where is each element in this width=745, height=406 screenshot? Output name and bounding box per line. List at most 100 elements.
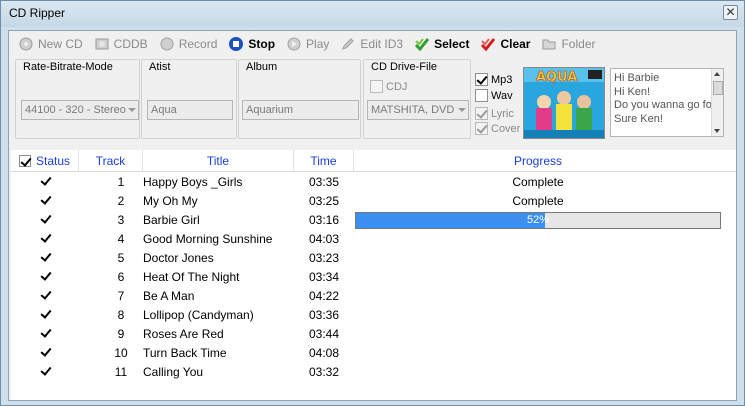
table-row[interactable]: 7 Be A Man 04:22 (11, 287, 736, 306)
wav-checkbox[interactable] (475, 89, 488, 102)
progress-text: 52% (526, 214, 550, 226)
track-checkbox[interactable] (40, 175, 53, 188)
table-row[interactable]: 10 Turn Back Time 04:08 (11, 344, 736, 363)
track-checkbox[interactable] (40, 346, 53, 359)
table-row[interactable]: 1 Happy Boys _Girls 03:35 Complete (11, 173, 736, 192)
album-field[interactable]: Aquarium (242, 100, 359, 120)
scroll-up-icon[interactable] (714, 72, 720, 76)
lyrics-line: Do you wanna go for a ride? (614, 99, 723, 111)
track-time-cell: 03:34 (309, 270, 340, 284)
track-time-cell: 03:36 (309, 308, 340, 322)
track-title-cell: My Oh My (143, 194, 198, 208)
folder-icon (541, 36, 557, 52)
table-row[interactable]: 5 Doctor Jones 03:23 (11, 249, 736, 268)
table-row[interactable]: 2 My Oh My 03:25 Complete (11, 192, 736, 211)
table-row[interactable]: 8 Lollipop (Candyman) 03:36 (11, 306, 736, 325)
artist-field[interactable]: Aqua (147, 100, 233, 120)
table-row[interactable]: 11 Calling You 03:32 (11, 363, 736, 382)
lyrics-line: Sure Ken! (614, 112, 663, 125)
lyrics-textbox[interactable]: Hi BarbieHi Ken!Do you wanna go for a ri… (610, 68, 724, 137)
track-time-cell: 03:32 (309, 365, 340, 379)
track-time-cell: 04:08 (309, 346, 340, 360)
table-row[interactable]: 9 Roses Are Red 03:44 (11, 325, 736, 344)
track-title-cell: Lollipop (Candyman) (143, 308, 254, 322)
track-checkbox[interactable] (40, 194, 53, 207)
track-checkbox[interactable] (40, 289, 53, 302)
cdj-checkbox[interactable] (370, 80, 383, 93)
edit-id3-button[interactable]: Edit ID3 (337, 33, 409, 55)
svg-text:AQUA: AQUA (536, 70, 577, 85)
column-time[interactable]: Time (294, 150, 354, 171)
cdj-option[interactable]: CDJ (370, 80, 407, 93)
drive-group-label: CD Drive-File (370, 61, 438, 73)
scroll-thumb[interactable] (713, 81, 723, 95)
cover-checkbox[interactable] (475, 122, 488, 135)
track-track-cell: 6 (117, 270, 125, 284)
column-progress[interactable]: Progress (354, 150, 722, 171)
rate-select[interactable]: 44100 - 320 - Stereo (21, 100, 139, 120)
column-status[interactable]: Status (11, 150, 79, 171)
toolbar-button-label: Edit ID3 (360, 37, 404, 51)
stop-button[interactable]: Stop (225, 33, 281, 55)
track-track-cell: 2 (117, 194, 125, 208)
track-track-cell: 5 (117, 251, 125, 265)
track-checkbox[interactable] (40, 308, 53, 321)
chevron-down-icon (128, 108, 136, 112)
track-checkbox[interactable] (40, 327, 53, 340)
lyrics-scrollbar[interactable] (711, 69, 723, 136)
new-cd-button[interactable]: New CD (15, 33, 89, 55)
track-track-cell: 9 (117, 327, 125, 341)
album-value: Aquarium (246, 104, 294, 116)
play-button[interactable]: Play (283, 33, 335, 55)
album-cover-image: AQUA (523, 67, 605, 139)
drive-select[interactable]: MATSHITA, DVD (367, 100, 469, 120)
track-track-cell: 1 (117, 175, 125, 189)
lyric-checkbox[interactable] (475, 107, 488, 120)
select-button[interactable]: Select (411, 33, 475, 55)
album-cover-art: AQUA (524, 68, 604, 138)
folder-button[interactable]: Folder (538, 33, 601, 55)
title-bar[interactable]: CD Ripper ✕ (1, 1, 744, 27)
track-title-cell: Good Morning Sunshine (143, 232, 273, 246)
record-button[interactable]: Record (156, 33, 224, 55)
track-title-cell: Barbie Girl (143, 213, 200, 227)
track-checkbox[interactable] (40, 251, 53, 264)
track-checkbox[interactable] (40, 365, 53, 378)
cdj-label: CDJ (386, 80, 408, 93)
lyric-option[interactable]: Lyric (475, 107, 514, 120)
table-row[interactable]: 6 Heat Of The Night 03:34 (11, 268, 736, 287)
clear-button[interactable]: Clear (477, 33, 536, 55)
column-status-label: Status (36, 154, 71, 168)
track-track-cell: 4 (117, 232, 125, 246)
cover-option[interactable]: Cover (475, 122, 520, 135)
track-title-cell: Happy Boys _Girls (143, 175, 243, 189)
client-area: New CD CDDB Record Stop Play Edit ID3 Select Cl… (8, 30, 737, 401)
table-row[interactable]: 4 Good Morning Sunshine 04:03 (11, 230, 736, 249)
drive-value: MATSHITA, DVD (371, 104, 455, 116)
cddb-button[interactable]: CDDB (91, 33, 154, 55)
track-time-cell: 03:23 (309, 251, 340, 265)
mp3-option[interactable]: Mp3 (475, 73, 512, 86)
cddb-icon (94, 36, 110, 52)
column-title[interactable]: Title (143, 150, 294, 171)
cover-label: Cover (491, 122, 521, 135)
track-time-cell: 03:16 (309, 213, 340, 227)
track-checkbox[interactable] (40, 213, 53, 226)
select-all-checkbox[interactable] (19, 155, 31, 167)
album-group: Album Aquarium (238, 59, 361, 139)
rate-group: Rate-Bitrate-Mode 44100 - 320 - Stereo (15, 59, 140, 139)
mp3-checkbox[interactable] (475, 73, 488, 86)
track-title-cell: Be A Man (143, 289, 195, 303)
table-row[interactable]: 3 Barbie Girl 03:16 52% (11, 211, 736, 230)
window-title: CD Ripper (9, 6, 66, 20)
column-track[interactable]: Track (79, 150, 143, 171)
track-track-cell: 10 (114, 346, 128, 360)
toolbar-button-label: Select (434, 37, 470, 51)
close-icon[interactable]: ✕ (723, 5, 738, 20)
track-checkbox[interactable] (40, 232, 53, 245)
column-time-label: Time (310, 154, 337, 168)
track-checkbox[interactable] (40, 270, 53, 283)
wav-option[interactable]: Wav (475, 89, 513, 102)
track-track-cell: 11 (114, 365, 128, 379)
scroll-down-icon[interactable] (714, 129, 720, 133)
